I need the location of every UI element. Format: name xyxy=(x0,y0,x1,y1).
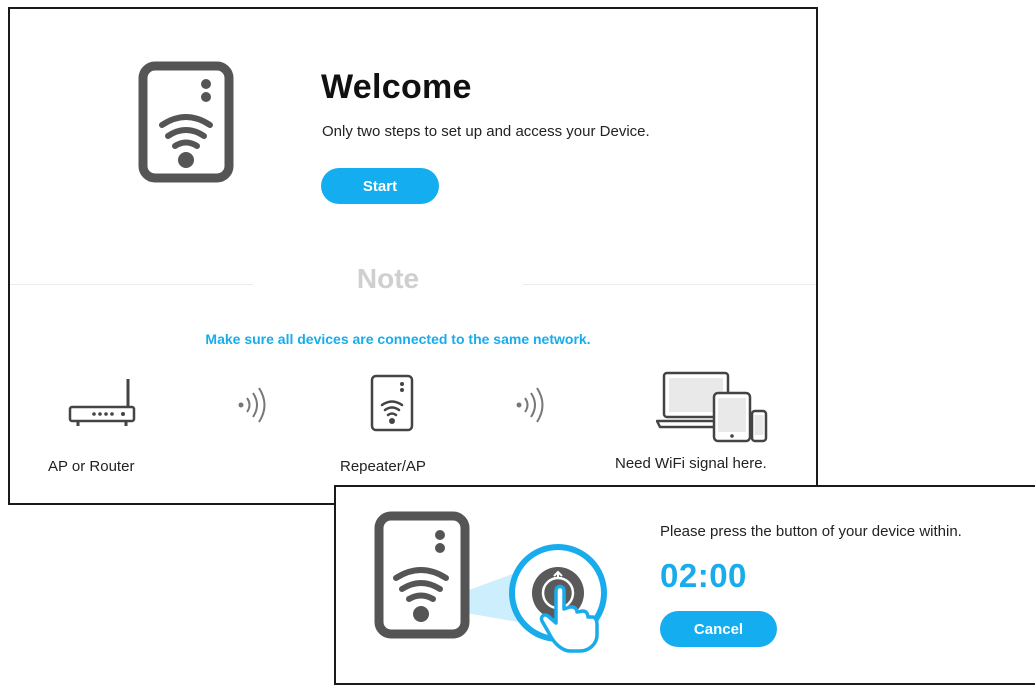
need-wifi-label: Need WiFi signal here. xyxy=(615,455,767,472)
repeater-device-icon xyxy=(138,61,234,183)
router-icon xyxy=(68,379,136,426)
welcome-panel: Welcome Only two steps to set up and acc… xyxy=(8,7,818,505)
press-button-message: Please press the button of your device w… xyxy=(660,523,962,540)
start-button[interactable]: Start xyxy=(321,168,439,204)
repeater-device-icon xyxy=(374,511,470,639)
ap-router-label: AP or Router xyxy=(48,458,135,475)
page-title: Welcome xyxy=(321,68,472,106)
wps-countdown-panel: Please press the button of your device w… xyxy=(334,485,1035,685)
note-title: Note xyxy=(253,263,523,295)
wifi-signal-icon xyxy=(516,387,544,423)
note-message: Make sure all devices are connected to t… xyxy=(205,331,591,347)
repeater-ap-label: Repeater/AP xyxy=(340,458,426,475)
cancel-button[interactable]: Cancel xyxy=(660,611,777,647)
press-device-button-illustration xyxy=(374,511,607,653)
countdown-timer: 02:00 xyxy=(660,557,747,594)
repeater-icon xyxy=(370,374,414,432)
wifi-signal-icon xyxy=(238,387,266,423)
laptop-tablet-phone-icon xyxy=(656,371,768,443)
welcome-subtitle: Only two steps to set up and access your… xyxy=(322,123,650,140)
